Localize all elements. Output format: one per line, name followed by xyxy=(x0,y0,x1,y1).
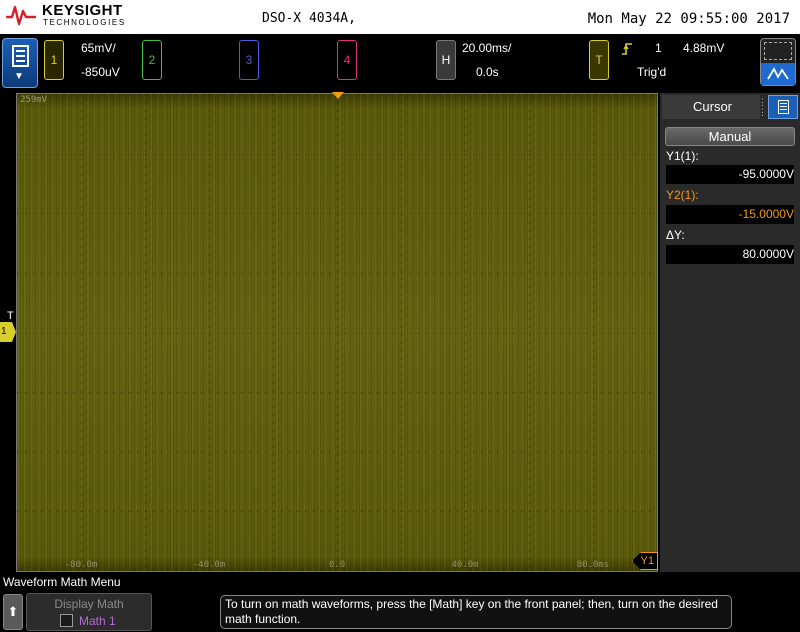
display-math-softkey[interactable]: Display Math Math 1 xyxy=(26,593,152,631)
waveform-display[interactable]: 259mV -80.0m -40.0m 0.0 40.0m 80.0ms xyxy=(16,93,658,572)
delay-value: 0.0s xyxy=(476,65,499,79)
main-menu-button[interactable]: ▼ xyxy=(2,38,38,88)
softkey-title: Display Math xyxy=(54,597,124,611)
cursor-mode-button[interactable]: Manual xyxy=(665,127,795,146)
help-message: To turn on math waveforms, press the [Ma… xyxy=(220,595,732,629)
date-time: Mon May 22 09:55:00 2017 xyxy=(587,11,790,27)
cursor-panel: Cursor ⋮ ⋮ Manual Y1(1): -95.0000V Y2(1):… xyxy=(660,93,800,572)
trigger-level-marker[interactable]: T xyxy=(7,310,14,322)
panel-menu-button[interactable] xyxy=(768,95,798,119)
x-tick-label: 80.0ms xyxy=(576,560,610,570)
delta-y-label: ΔY: xyxy=(666,228,685,242)
brand-subtitle: TECHNOLOGIES xyxy=(43,18,126,27)
y2-value: -15.0000V xyxy=(666,205,794,224)
math-1-label: Math 1 xyxy=(79,614,116,628)
trigger-source: 1 xyxy=(655,41,662,55)
graticule-grid xyxy=(17,94,657,571)
arrow-up-icon: ⬆ xyxy=(7,604,19,619)
y-axis-top-label: 259mV xyxy=(20,95,48,105)
back-button[interactable]: ⬆ xyxy=(3,594,23,630)
y2-label: Y2(1): xyxy=(666,188,699,202)
channel-1-ground-marker[interactable]: 1 xyxy=(0,322,16,342)
zoom-box-icon xyxy=(764,42,792,60)
channel-4-button[interactable]: 4 xyxy=(337,40,357,80)
title-bar: KEYSIGHT TECHNOLOGIES DSO-X 4034A, Mon M… xyxy=(0,0,800,34)
channel-1-offset: -850uV xyxy=(81,65,120,79)
channel-3-button[interactable]: 3 xyxy=(239,40,259,80)
timebase-value: 20.00ms/ xyxy=(462,41,512,55)
grip-icon: ⋮ ⋮ xyxy=(758,97,767,117)
rising-edge-icon xyxy=(622,43,632,55)
brand-name: KEYSIGHT xyxy=(42,2,123,19)
document-icon xyxy=(778,100,789,114)
delta-y-value: 80.0000V xyxy=(666,245,794,264)
keysight-logo-icon xyxy=(6,5,36,26)
menu-title: Waveform Math Menu xyxy=(3,575,121,589)
x-tick-label: 40.0m xyxy=(451,560,479,570)
y1-value: -95.0000V xyxy=(666,165,794,184)
trigger-button[interactable]: T xyxy=(589,40,609,80)
tab-cursor[interactable]: Cursor xyxy=(662,95,760,119)
instrument-model: DSO-X 4034A, xyxy=(262,11,356,26)
trigger-status: Trig'd xyxy=(637,65,667,79)
waveform-icon xyxy=(761,63,795,85)
y1-label: Y1(1): xyxy=(666,149,699,163)
x-tick-label: -80.0m xyxy=(64,560,98,570)
math-1-checkbox[interactable] xyxy=(60,614,73,627)
channel-1-button[interactable]: 1 xyxy=(44,40,64,80)
chevron-down-icon: ▼ xyxy=(14,71,24,82)
trigger-position-marker[interactable] xyxy=(332,92,344,99)
acquisition-mode-button[interactable] xyxy=(760,38,796,86)
document-icon xyxy=(12,45,29,67)
trigger-level: 4.88mV xyxy=(683,41,725,55)
channel-2-button[interactable]: 2 xyxy=(142,40,162,80)
x-tick-label: 0.0 xyxy=(328,560,346,570)
channel-1-scale: 65mV/ xyxy=(81,41,116,55)
control-bar: ▼ 1 65mV/ -850uV 2 3 4 H 20.00ms/ 0.0s T… xyxy=(0,34,800,92)
x-tick-label: -40.0m xyxy=(192,560,226,570)
horizontal-button[interactable]: H xyxy=(436,40,456,80)
